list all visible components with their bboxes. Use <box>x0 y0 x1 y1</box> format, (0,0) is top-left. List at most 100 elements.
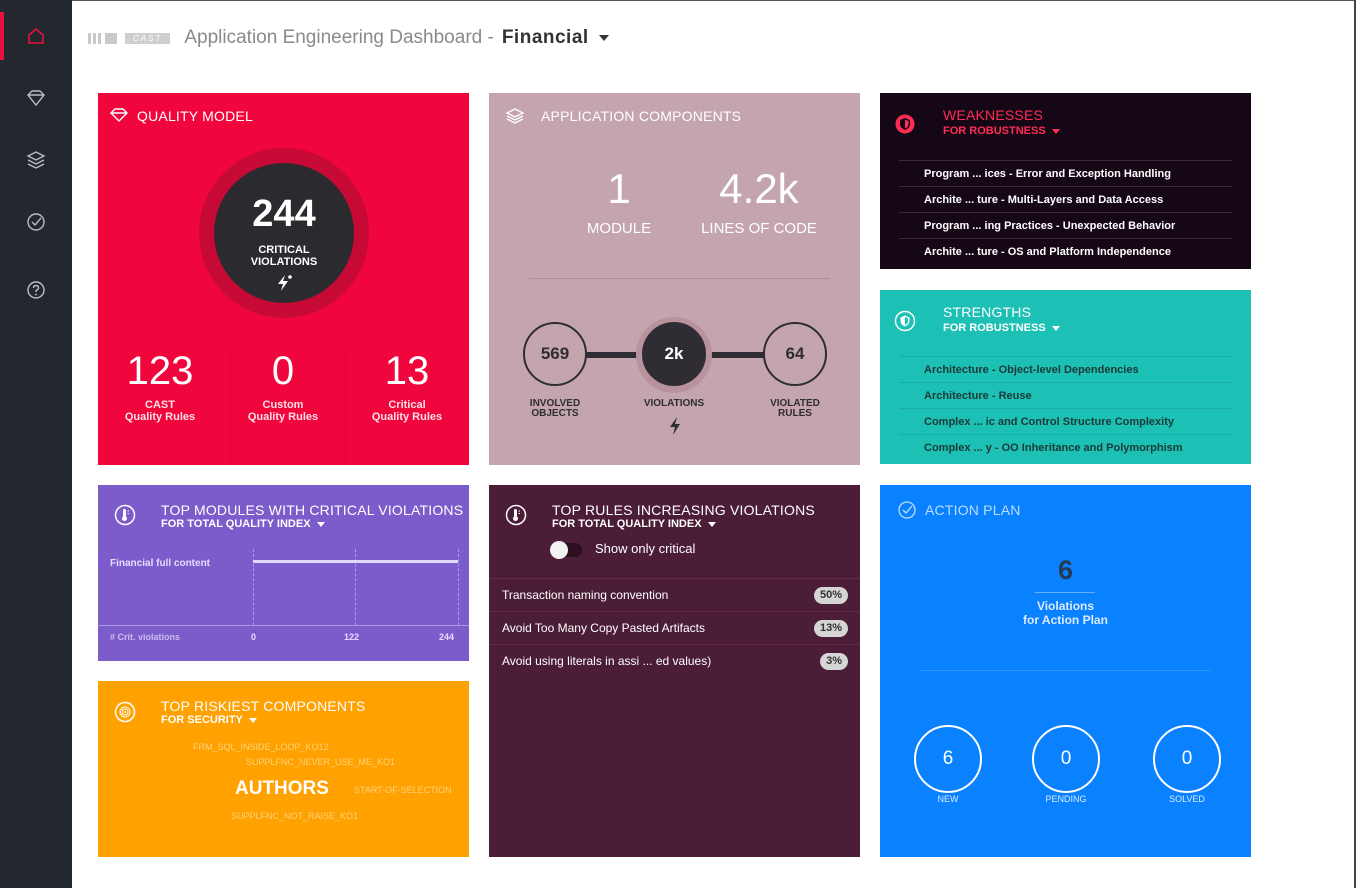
module-label: MODULE <box>586 220 652 237</box>
module-count: 1 <box>607 165 631 212</box>
check-circle-icon <box>898 501 916 519</box>
fingerprint-icon <box>114 701 136 723</box>
card-title: Quality Model <box>137 108 253 124</box>
strengths-card[interactable]: Strengths FOR ROBUSTNESS Architecture - … <box>880 290 1251 464</box>
pending-count-ring[interactable]: 0 <box>1032 725 1100 793</box>
list-item[interactable]: Transaction naming convention 50% <box>489 578 860 611</box>
shield-icon <box>894 310 916 332</box>
show-critical-toggle[interactable] <box>550 541 582 559</box>
list-item[interactable]: Avoid Too Many Copy Pasted Artifacts 13% <box>489 611 860 644</box>
grid-line <box>458 549 459 625</box>
thermometer-icon <box>114 504 136 526</box>
application-selector[interactable]: Financial <box>502 27 589 49</box>
axis-label: # Crit. violations <box>110 632 181 642</box>
word-cloud-item[interactable]: AUTHORS <box>235 778 329 800</box>
robustness-filter-dropdown[interactable]: FOR ROBUSTNESS <box>943 322 1060 334</box>
lightning-icon <box>670 417 680 435</box>
word-cloud-item[interactable]: SUPPLFNC_NEVER_USE_ME_KO1 <box>246 757 395 767</box>
custom-quality-rules-stat[interactable]: 0 Custom Quality Rules <box>221 351 345 423</box>
word-cloud-item[interactable]: START-OF-SELECTION <box>354 785 452 795</box>
tick-label: 0 <box>251 632 257 642</box>
page-title: Application Engineering Dashboard - <box>184 27 494 48</box>
new-count-ring[interactable]: 6 <box>914 725 982 793</box>
tick-label: 244 <box>439 632 455 642</box>
robustness-filter-dropdown[interactable]: FOR ROBUSTNESS <box>943 125 1060 137</box>
percent-badge: 50% <box>813 587 848 604</box>
chevron-down-icon <box>316 521 325 527</box>
nav-action-plan[interactable] <box>0 194 72 250</box>
critical-violations-circle[interactable]: 244 CRITICAL VIOLATIONS <box>214 163 354 303</box>
critical-quality-rules-stat[interactable]: 13 Critical Quality Rules <box>345 351 469 423</box>
rule-list: Transaction naming convention 50% Avoid T… <box>489 578 860 677</box>
word-cloud-item[interactable]: FRM_SQL_INSIDE_LOOP_KO12 <box>193 742 329 752</box>
riskiest-components-card[interactable]: Top Riskiest Components FOR SECURITY FRM… <box>98 681 469 857</box>
violated-rules-node[interactable]: 64 <box>763 322 827 386</box>
security-filter-dropdown[interactable]: FOR SECURITY <box>161 714 257 726</box>
nav-home[interactable] <box>0 8 72 64</box>
action-plan-label: Violations for Action Plan <box>1023 599 1108 627</box>
involved-objects-node[interactable]: 569 <box>523 322 587 386</box>
card-title: Action Plan <box>925 502 1021 518</box>
home-icon <box>28 27 44 44</box>
module-label: Financial full content <box>110 558 211 569</box>
check-circle-icon <box>27 213 45 231</box>
divider <box>529 278 830 279</box>
list-item[interactable]: Complex ... ic and Control Structure Com… <box>899 408 1232 434</box>
toggle-label: Show only critical <box>595 541 696 556</box>
card-title: Top Riskiest Components <box>161 698 366 714</box>
diamond-icon <box>27 90 45 107</box>
list-item[interactable]: Program ... ing Practices - Unexpected B… <box>899 212 1232 238</box>
nav-quality-model[interactable] <box>0 70 72 126</box>
list-item[interactable]: Complex ... y - OO Inheritance and Polym… <box>899 434 1232 460</box>
card-title: Strengths <box>943 304 1032 320</box>
top-rules-card[interactable]: Top Rules Increasing Violations FOR TOTA… <box>489 485 860 857</box>
list-item[interactable]: Archite ... ture - Multi-Layers and Data… <box>899 186 1232 212</box>
frame-border <box>72 0 1356 1</box>
card-title: Top Modules with Critical Violations <box>161 502 464 518</box>
card-title: Application Components <box>541 108 742 124</box>
action-plan-total: 6 <box>1057 555 1074 585</box>
new-label: NEW <box>937 794 959 804</box>
violations-label: VIOLATIONS <box>643 398 705 409</box>
chevron-down-icon <box>1051 128 1060 134</box>
diamond-icon <box>110 108 128 122</box>
layers-icon <box>505 108 525 124</box>
quality-index-filter-dropdown[interactable]: FOR TOTAL QUALITY INDEX <box>161 518 325 530</box>
card-title: Weaknesses <box>943 107 1044 123</box>
violations-node[interactable]: 2k <box>642 322 706 386</box>
card-title: Top Rules Increasing Violations <box>552 502 815 518</box>
violated-rules-label: VIOLATED RULES <box>770 398 820 419</box>
list-item[interactable]: Architecture - Object-level Dependencies <box>899 356 1232 382</box>
shield-icon <box>895 114 915 134</box>
quality-index-filter-dropdown[interactable]: FOR TOTAL QUALITY INDEX <box>552 518 716 530</box>
layers-icon <box>26 151 46 169</box>
strength-list: Architecture - Object-level Dependencies… <box>899 356 1232 460</box>
top-modules-card[interactable]: Top Modules with Critical Violations FOR… <box>98 485 469 661</box>
chevron-down-icon <box>707 521 716 527</box>
list-item[interactable]: Program ... ices - Error and Exception H… <box>899 160 1232 186</box>
divider <box>920 670 1211 671</box>
critical-violations-count: 244 <box>252 193 316 235</box>
nav-components[interactable] <box>0 132 72 188</box>
solved-label: SOLVED <box>1169 794 1205 804</box>
action-plan-card[interactable]: Action Plan 6 Violations for Action Plan … <box>880 485 1251 857</box>
list-item[interactable]: Avoid using literals in assi ... ed valu… <box>489 644 860 677</box>
divider <box>1035 592 1095 593</box>
list-item[interactable]: Architecture - Reuse <box>899 382 1232 408</box>
module-bar[interactable] <box>253 560 458 563</box>
application-components-card[interactable]: Application Components 1 MODULE 4.2k LIN… <box>489 93 860 465</box>
tick-label: 122 <box>344 632 360 642</box>
page-header: CAST Application Engineering Dashboard -… <box>88 24 609 52</box>
solved-count-ring[interactable]: 0 <box>1153 725 1221 793</box>
nav-help[interactable] <box>0 262 72 318</box>
quality-model-card[interactable]: Quality Model 244 CRITICAL VIOLATIONS 123… <box>98 93 469 465</box>
critical-violations-label: CRITICAL VIOLATIONS <box>250 244 318 268</box>
list-item[interactable]: Archite ... ture - OS and Platform Indep… <box>899 238 1232 264</box>
weaknesses-card[interactable]: Weaknesses FOR ROBUSTNESS Program ... ic… <box>880 93 1251 269</box>
cast-quality-rules-stat[interactable]: 123 CAST Quality Rules <box>98 351 222 423</box>
lightning-icon <box>278 275 292 291</box>
pending-label: PENDING <box>1045 794 1087 804</box>
word-cloud-item[interactable]: SUPPLFNC_NOT_RAISE_KO1 <box>231 811 358 821</box>
chevron-down-icon[interactable] <box>598 35 609 41</box>
question-icon <box>27 281 45 299</box>
